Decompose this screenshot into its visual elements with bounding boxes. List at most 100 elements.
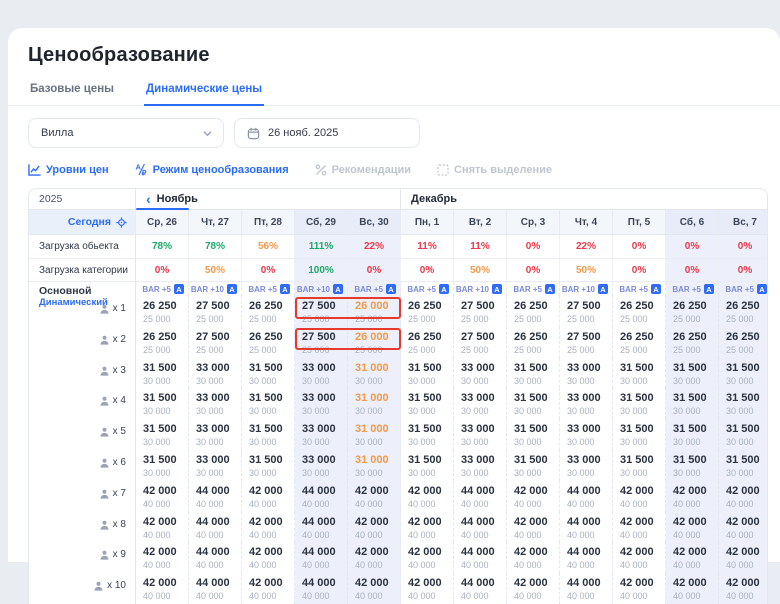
bar-level-cell[interactable]: BAR +5A: [136, 282, 189, 296]
price-cell[interactable]: 42 00040 000: [719, 481, 768, 512]
price-cell[interactable]: 31 50030 000: [401, 450, 454, 481]
price-cell[interactable]: 31 50030 000: [613, 388, 666, 419]
price-cell[interactable]: 33 00030 000: [189, 388, 242, 419]
price-cell[interactable]: 42 00040 000: [507, 481, 560, 512]
price-cell[interactable]: 44 00040 000: [560, 542, 613, 573]
price-cell[interactable]: 42 00040 000: [136, 481, 189, 512]
price-cell[interactable]: 42 00040 000: [348, 481, 401, 512]
price-cell[interactable]: 33 00030 000: [295, 419, 348, 450]
day-header[interactable]: Сб, 29: [295, 210, 348, 235]
price-cell[interactable]: 44 00040 000: [454, 512, 507, 543]
price-cell[interactable]: 42 00040 000: [719, 542, 768, 573]
price-cell[interactable]: 33 00030 000: [560, 419, 613, 450]
day-header[interactable]: Пт, 28: [242, 210, 295, 235]
price-cell[interactable]: 44 00040 000: [189, 573, 242, 604]
bar-level-cell[interactable]: BAR +5A: [719, 282, 768, 296]
price-cell[interactable]: 44 00040 000: [189, 542, 242, 573]
price-cell[interactable]: 31 50030 000: [507, 450, 560, 481]
price-cell[interactable]: 31 50030 000: [613, 419, 666, 450]
price-cell[interactable]: 42 00040 000: [613, 573, 666, 604]
price-cell[interactable]: 31 50030 000: [666, 419, 719, 450]
day-header[interactable]: Чт, 4: [560, 210, 613, 235]
price-cell[interactable]: 26 25025 000: [507, 296, 560, 327]
price-cell[interactable]: 44 00040 000: [295, 573, 348, 604]
price-cell[interactable]: 42 00040 000: [507, 512, 560, 543]
price-cell[interactable]: 31 50030 000: [136, 450, 189, 481]
price-cell[interactable]: 31 50030 000: [666, 450, 719, 481]
price-cell[interactable]: 31 50030 000: [613, 450, 666, 481]
price-cell[interactable]: 31 50030 000: [719, 450, 768, 481]
price-cell[interactable]: 26 25025 000: [719, 327, 768, 358]
bar-level-cell[interactable]: BAR +10A: [189, 282, 242, 296]
price-cell[interactable]: 44 00040 000: [295, 512, 348, 543]
price-cell[interactable]: 42 00040 000: [242, 481, 295, 512]
price-cell[interactable]: 42 00040 000: [401, 542, 454, 573]
price-cell[interactable]: 42 00040 000: [136, 542, 189, 573]
price-cell[interactable]: 31 50030 000: [719, 419, 768, 450]
price-cell[interactable]: 31 50030 000: [242, 358, 295, 389]
month-back-icon[interactable]: ‹: [146, 192, 151, 206]
day-header[interactable]: Ср, 26: [136, 210, 189, 235]
price-cell[interactable]: 31 50030 000: [401, 358, 454, 389]
day-header[interactable]: Вс, 30: [348, 210, 401, 235]
price-cell[interactable]: 31 50030 000: [242, 450, 295, 481]
price-cell[interactable]: 42 00040 000: [666, 573, 719, 604]
price-cell[interactable]: 42 00040 000: [136, 512, 189, 543]
price-cell[interactable]: 42 00040 000: [613, 542, 666, 573]
day-header[interactable]: Пн, 1: [401, 210, 454, 235]
price-cell[interactable]: 44 00040 000: [295, 481, 348, 512]
price-cell[interactable]: 27 50025 000: [189, 296, 242, 327]
price-cell[interactable]: 42 00040 000: [242, 542, 295, 573]
price-cell[interactable]: 31 50030 000: [242, 388, 295, 419]
price-cell[interactable]: 31 00030 000: [348, 358, 401, 389]
bar-level-cell[interactable]: BAR +5A: [507, 282, 560, 296]
day-header[interactable]: Ср, 3: [507, 210, 560, 235]
price-cell[interactable]: 26 25025 000: [401, 296, 454, 327]
price-cell[interactable]: 31 50030 000: [507, 419, 560, 450]
day-header[interactable]: Чт, 27: [189, 210, 242, 235]
price-cell[interactable]: 33 00030 000: [454, 419, 507, 450]
price-cell[interactable]: 42 00040 000: [613, 512, 666, 543]
price-cell[interactable]: 31 50030 000: [507, 388, 560, 419]
pricing-mode-button[interactable]: A₽Режим ценообразования: [135, 163, 289, 176]
bar-level-cell[interactable]: BAR +10A: [454, 282, 507, 296]
price-cell[interactable]: 31 50030 000: [136, 419, 189, 450]
price-cell[interactable]: 44 00040 000: [454, 573, 507, 604]
price-cell[interactable]: 26 25025 000: [136, 296, 189, 327]
price-cell[interactable]: 42 00040 000: [401, 573, 454, 604]
price-cell[interactable]: 33 00030 000: [454, 450, 507, 481]
price-cell[interactable]: 31 50030 000: [719, 388, 768, 419]
price-cell[interactable]: 31 50030 000: [613, 358, 666, 389]
price-cell[interactable]: 33 00030 000: [295, 450, 348, 481]
price-cell[interactable]: 31 50030 000: [507, 358, 560, 389]
price-cell[interactable]: 26 25025 000: [242, 327, 295, 358]
price-cell[interactable]: 31 50030 000: [136, 358, 189, 389]
clear-selection-button[interactable]: Снять выделение: [437, 164, 552, 176]
price-cell[interactable]: 42 00040 000: [666, 542, 719, 573]
price-cell[interactable]: 42 00040 000: [348, 573, 401, 604]
price-cell[interactable]: 27 50025 000: [454, 327, 507, 358]
price-cell[interactable]: 42 00040 000: [136, 573, 189, 604]
price-cell[interactable]: 27 50025 000: [295, 327, 348, 358]
price-cell[interactable]: 31 50030 000: [719, 358, 768, 389]
price-cell[interactable]: 26 25025 000: [613, 327, 666, 358]
price-cell[interactable]: 27 50025 000: [189, 327, 242, 358]
price-cell[interactable]: 44 00040 000: [560, 481, 613, 512]
price-cell[interactable]: 44 00040 000: [560, 573, 613, 604]
price-cell[interactable]: 26 25025 000: [242, 296, 295, 327]
price-cell[interactable]: 42 00040 000: [242, 573, 295, 604]
day-header[interactable]: Вт, 2: [454, 210, 507, 235]
price-cell[interactable]: 26 25025 000: [719, 296, 768, 327]
price-cell[interactable]: 33 00030 000: [454, 388, 507, 419]
price-cell[interactable]: 44 00040 000: [295, 542, 348, 573]
price-cell[interactable]: 42 00040 000: [507, 542, 560, 573]
price-cell[interactable]: 31 50030 000: [242, 419, 295, 450]
price-cell[interactable]: 31 00030 000: [348, 419, 401, 450]
recommendations-button[interactable]: Рекомендации: [315, 164, 411, 176]
price-cell[interactable]: 33 00030 000: [189, 419, 242, 450]
price-cell[interactable]: 42 00040 000: [507, 573, 560, 604]
price-cell[interactable]: 44 00040 000: [189, 512, 242, 543]
price-cell[interactable]: 44 00040 000: [560, 512, 613, 543]
price-cell[interactable]: 27 50025 000: [454, 296, 507, 327]
price-levels-button[interactable]: Уровни цен: [28, 164, 109, 176]
